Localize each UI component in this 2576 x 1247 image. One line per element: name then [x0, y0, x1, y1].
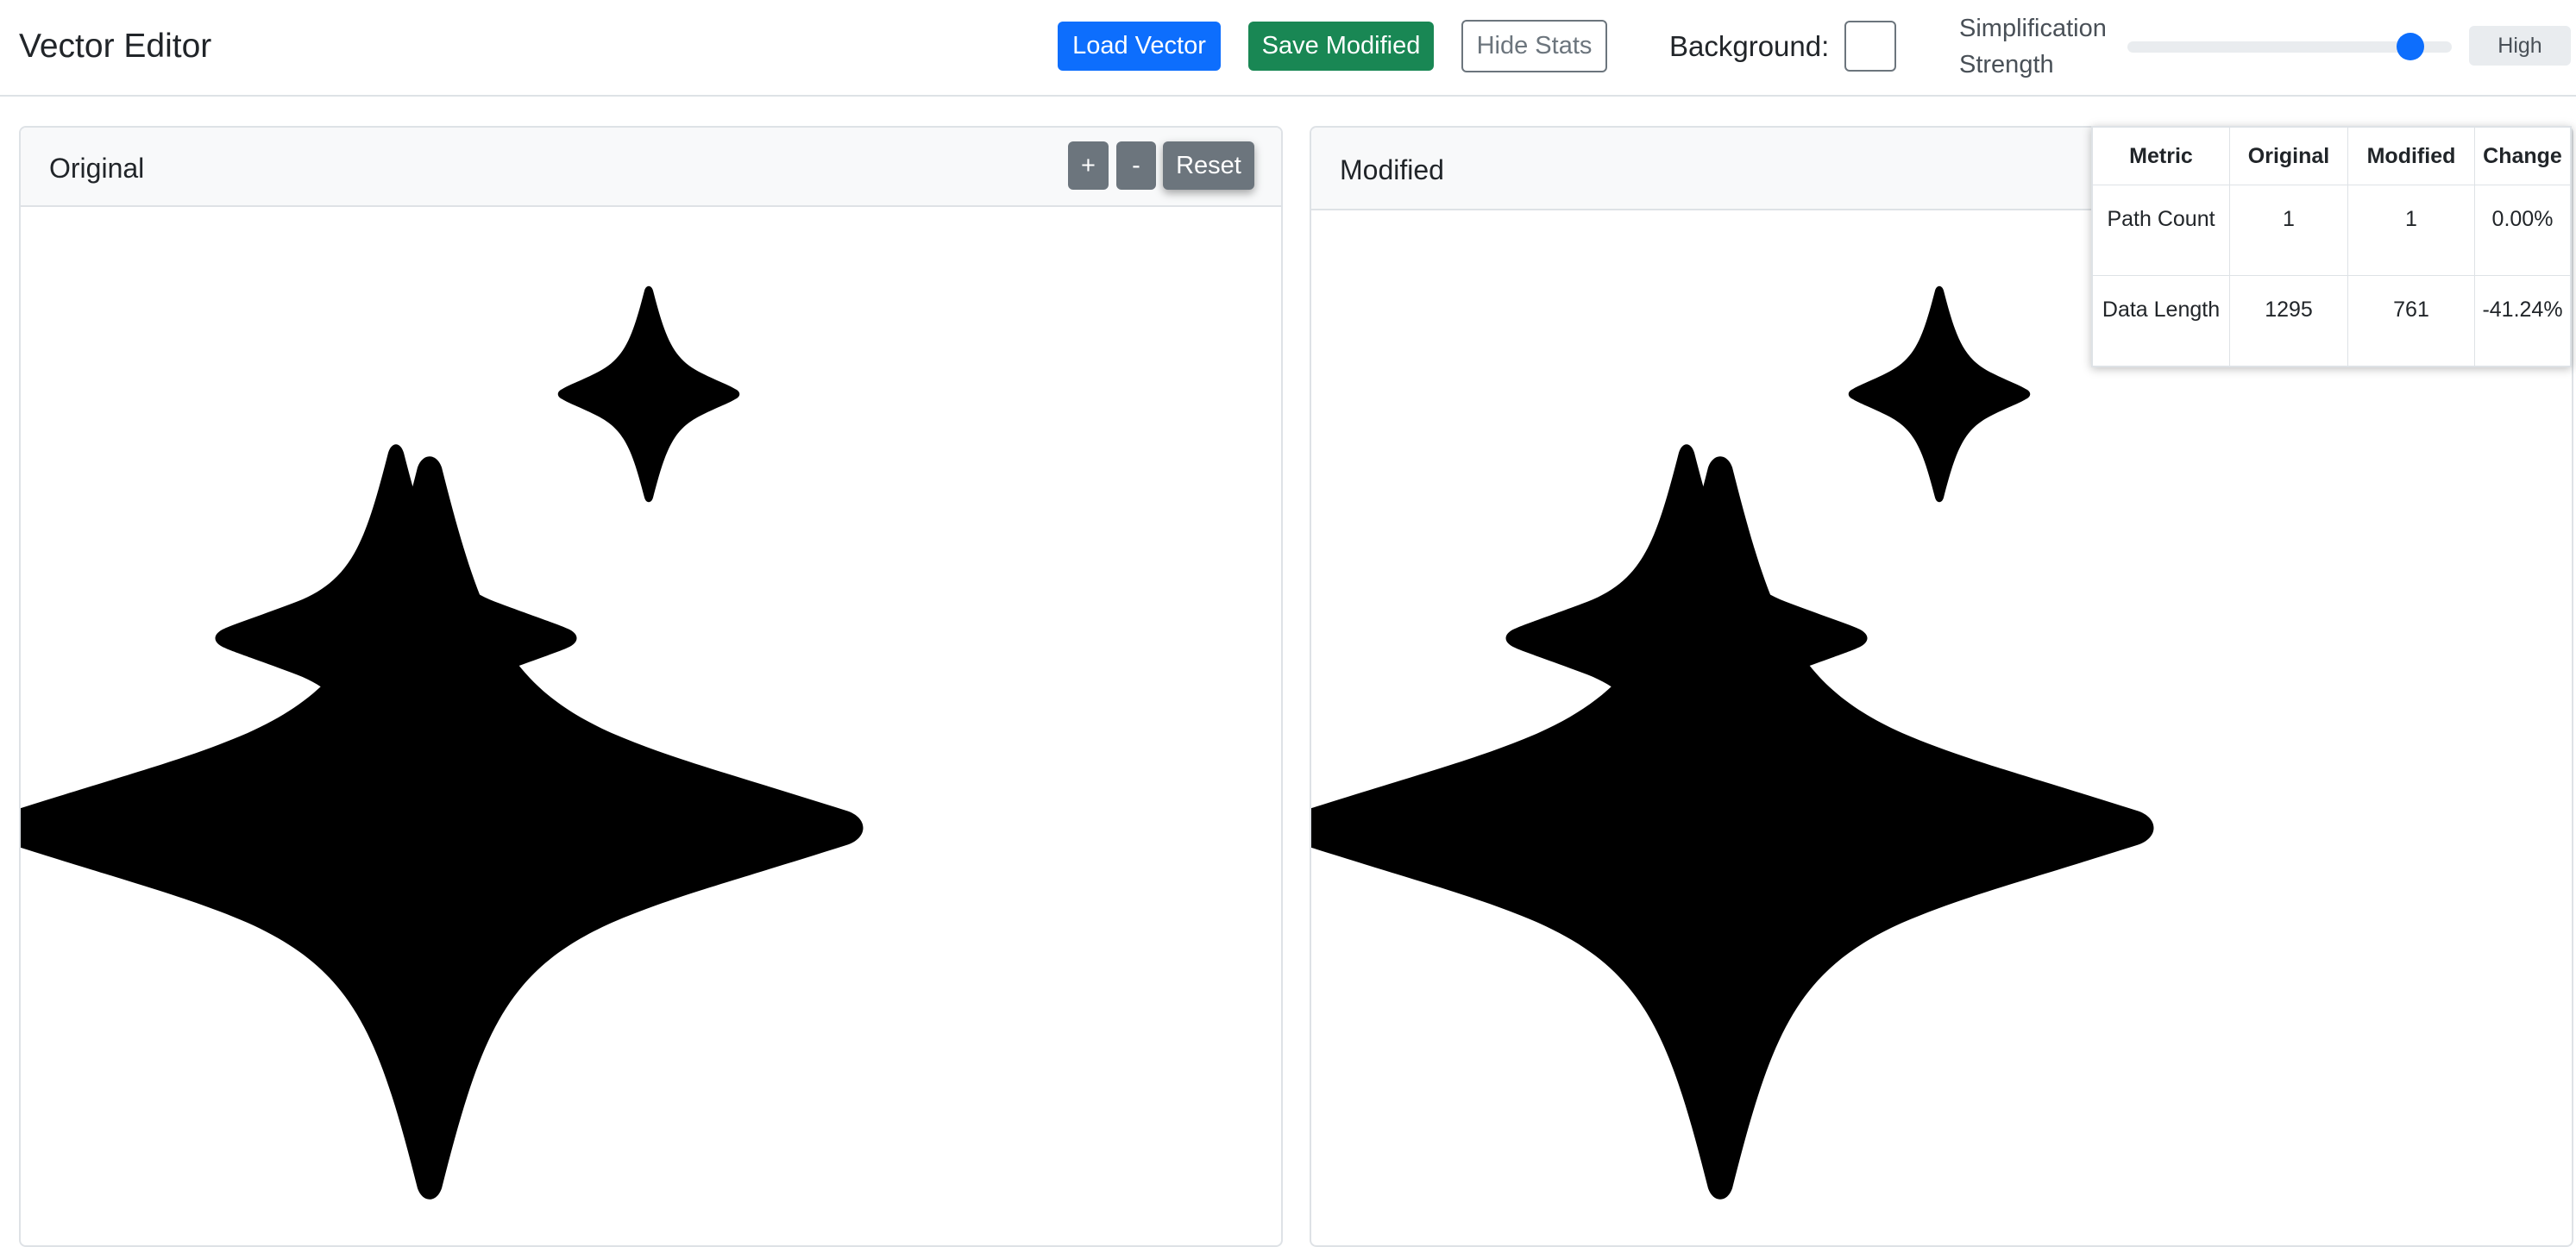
original-panel: Original + - Reset: [19, 126, 1283, 1247]
load-vector-button[interactable]: Load Vector: [1058, 22, 1221, 71]
slider-handle[interactable]: [2397, 33, 2425, 60]
change-cell: -41.24%: [2474, 275, 2571, 367]
toolbar: Vector Editor Load Vector Save Modified …: [0, 0, 2576, 97]
table-header-row: Metric Original Modified Change: [2092, 127, 2571, 185]
original-panel-title: Original: [49, 153, 145, 184]
column-header: Original: [2229, 127, 2348, 185]
original-canvas[interactable]: [21, 207, 1281, 1245]
table-row: Path Count 1 1 0.00%: [2092, 185, 2571, 276]
column-header: Metric: [2092, 127, 2230, 185]
sparkles-icon: [21, 285, 864, 1200]
modified-value-cell: 761: [2347, 275, 2475, 367]
table-row: Data Length 1295 761 -41.24%: [2092, 275, 2571, 367]
metric-cell: Data Length: [2092, 275, 2230, 367]
modified-value-cell: 1: [2347, 185, 2475, 276]
original-panel-header: Original + - Reset: [21, 128, 1281, 207]
reset-zoom-button[interactable]: Reset: [1163, 141, 1254, 190]
original-value-cell: 1295: [2229, 275, 2348, 367]
modified-panel-title: Modified: [1340, 154, 1444, 185]
column-header: Change: [2474, 127, 2571, 185]
app-title: Vector Editor: [19, 28, 212, 65]
background-label: Background:: [1669, 30, 1830, 62]
hide-stats-button[interactable]: Hide Stats: [1461, 20, 1607, 72]
stats-overlay: Metric Original Modified Change Path Cou…: [2091, 126, 2572, 367]
zoom-out-button[interactable]: -: [1116, 141, 1156, 190]
change-cell: 0.00%: [2474, 185, 2571, 276]
save-modified-button[interactable]: Save Modified: [1248, 22, 1434, 71]
stats-table: Metric Original Modified Change Path Cou…: [2092, 127, 2571, 367]
zoom-in-button[interactable]: +: [1068, 141, 1109, 190]
metric-cell: Path Count: [2092, 185, 2230, 276]
simplification-label: Simplification Strength: [1959, 15, 2107, 78]
column-header: Modified: [2347, 127, 2475, 185]
simplification-level-badge: High: [2469, 26, 2571, 66]
background-color-picker[interactable]: [1844, 21, 1896, 72]
original-value-cell: 1: [2229, 185, 2348, 276]
